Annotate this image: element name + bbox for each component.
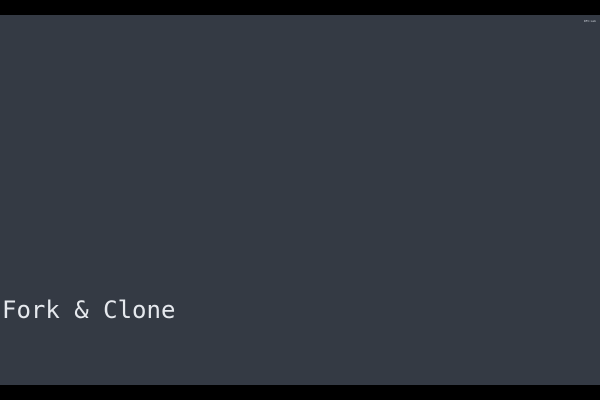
letterbox-top <box>0 0 600 15</box>
presentation-screen: RFC Lab Fork & Clone <box>0 0 600 400</box>
corner-label: RFC Lab <box>583 19 596 23</box>
slide-title: Fork & Clone <box>2 296 176 324</box>
letterbox-bottom <box>0 385 600 400</box>
slide-canvas: RFC Lab Fork & Clone <box>0 15 600 385</box>
